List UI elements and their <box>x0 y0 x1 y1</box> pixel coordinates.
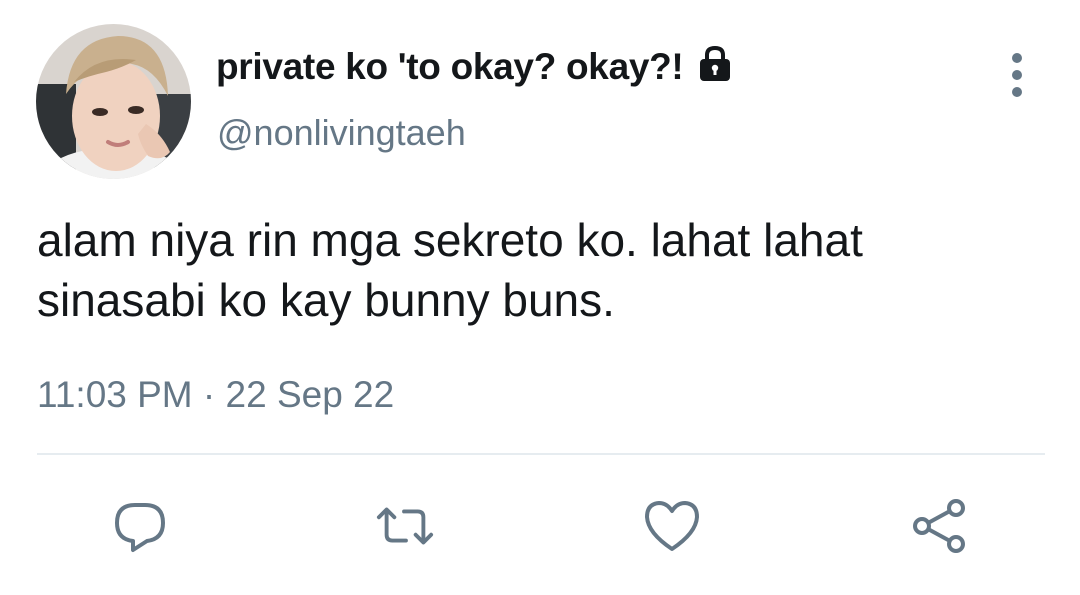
reply-icon <box>115 503 165 552</box>
lock-icon <box>695 44 735 84</box>
tweet-timestamp[interactable]: 11:03 PM · 22 Sep 22 <box>37 374 394 416</box>
vertical-ellipsis-icon <box>1012 53 1022 63</box>
display-name[interactable]: private ko 'to okay? okay?! <box>216 46 684 88</box>
reply-button[interactable] <box>110 496 170 556</box>
user-handle[interactable]: @nonlivingtaeh <box>217 112 466 154</box>
more-options-button[interactable] <box>996 50 1038 100</box>
avatar-image <box>36 24 191 179</box>
share-button[interactable] <box>910 496 970 556</box>
share-icon <box>913 499 965 553</box>
display-name-row: private ko 'to okay? okay?! <box>216 42 735 92</box>
tweet-card: private ko 'to okay? okay?! @nonlivingta… <box>0 0 1080 595</box>
divider <box>37 453 1045 455</box>
avatar[interactable] <box>36 24 191 179</box>
retweet-button[interactable] <box>375 496 435 556</box>
retweet-icon <box>376 507 434 545</box>
like-button[interactable] <box>642 496 702 556</box>
tweet-text: alam niya rin mga sekreto ko. lahat laha… <box>37 214 863 326</box>
heart-icon <box>645 501 699 551</box>
